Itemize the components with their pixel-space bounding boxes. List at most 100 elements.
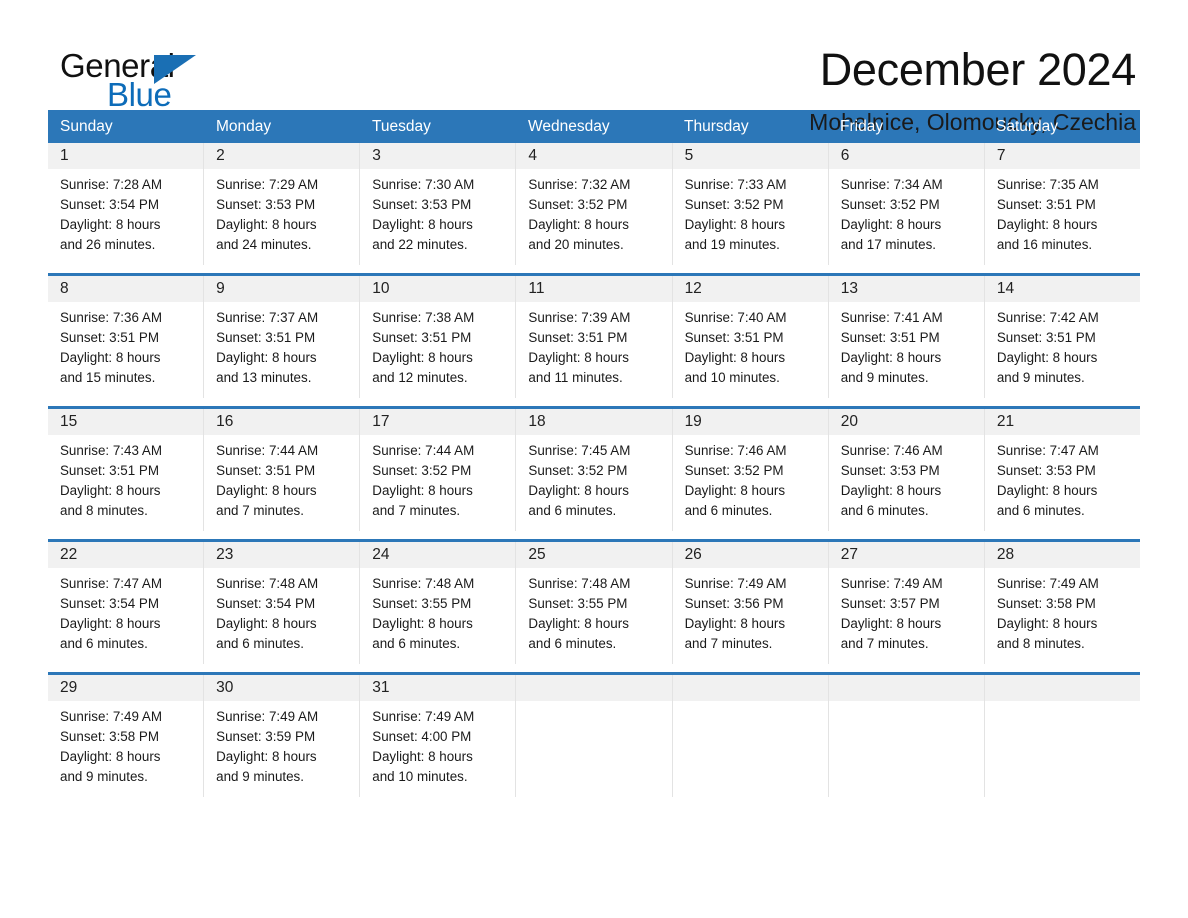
day-details: Sunrise: 7:37 AM Sunset: 3:51 PM Daylight:…: [204, 302, 359, 398]
day-number: 30: [204, 675, 360, 701]
calendar-day-cell[interactable]: 20 Sunrise: 7:46 AM Sunset: 3:53 PM Dayligh…: [828, 409, 985, 531]
daylight-line-2: and 9 minutes.: [216, 769, 304, 784]
daylight-line-2: and 17 minutes.: [840, 237, 936, 252]
calendar-day-cell[interactable]: 27 Sunrise: 7:49 AM Sunset: 3:57 PM Dayligh…: [828, 542, 985, 664]
day-details: [829, 701, 984, 717]
day-number: 19: [672, 409, 828, 435]
calendar-day-cell[interactable]: 23 Sunrise: 7:48 AM Sunset: 3:54 PM Dayligh…: [204, 542, 361, 664]
calendar-day-cell[interactable]: 21 Sunrise: 7:47 AM Sunset: 3:53 PM Dayligh…: [984, 409, 1140, 531]
calendar-day-cell[interactable]: 4 Sunrise: 7:32 AM Sunset: 3:52 PM Daylight…: [516, 143, 673, 265]
calendar-day-cell[interactable]: 12 Sunrise: 7:40 AM Sunset: 3:51 PM Dayligh…: [672, 276, 829, 398]
daylight-line-1: Daylight: 8 hours: [528, 217, 629, 232]
sunrise-time: Sunrise: 7:28 AM: [60, 177, 162, 192]
weekday-header-saturday: Saturday: [996, 118, 1059, 135]
sunrise-time: Sunrise: 7:43 AM: [60, 443, 162, 458]
sunrise-time: Sunrise: 7:29 AM: [216, 177, 319, 192]
day-number: 4: [516, 143, 672, 169]
sunset-time: Sunset: 3:51 PM: [372, 330, 472, 345]
daylight-line-2: and 22 minutes.: [372, 237, 468, 252]
calendar-day-cell[interactable]: 2 Sunrise: 7:29 AM Sunset: 3:53 PM Daylight…: [204, 143, 361, 265]
sunrise-time: Sunrise: 7:38 AM: [372, 310, 475, 325]
weekday-header-row: Sunday Monday Tuesday Wednesday Thursday…: [48, 110, 1140, 143]
sunset-time: Sunset: 3:56 PM: [684, 596, 784, 611]
daylight-line-1: Daylight: 8 hours: [840, 217, 942, 232]
daylight-line-1: Daylight: 8 hours: [528, 616, 629, 631]
day-details: Sunrise: 7:32 AM Sunset: 3:52 PM Daylight:…: [516, 169, 671, 265]
sunset-time: Sunset: 4:00 PM: [372, 729, 472, 744]
sunrise-time: Sunrise: 7:39 AM: [528, 310, 631, 325]
calendar-day-cell[interactable]: 17 Sunrise: 7:44 AM Sunset: 3:52 PM Dayligh…: [360, 409, 517, 531]
calendar-day-cell[interactable]: 11 Sunrise: 7:39 AM Sunset: 3:51 PM Dayligh…: [516, 276, 673, 398]
sunrise-time: Sunrise: 7:49 AM: [60, 709, 162, 724]
calendar-day-cell[interactable]: 26 Sunrise: 7:49 AM Sunset: 3:56 PM Dayligh…: [672, 542, 829, 664]
calendar-day-cell[interactable]: 15 Sunrise: 7:43 AM Sunset: 3:51 PM Dayligh…: [48, 409, 205, 531]
sunrise-time: Sunrise: 7:49 AM: [840, 576, 943, 591]
daylight-line-2: and 6 minutes.: [216, 636, 304, 651]
sunset-time: Sunset: 3:52 PM: [684, 463, 784, 478]
day-number: 18: [516, 409, 672, 435]
calendar-day-cell[interactable]: 22 Sunrise: 7:47 AM Sunset: 3:54 PM Dayligh…: [48, 542, 205, 664]
day-details: Sunrise: 7:44 AM Sunset: 3:52 PM Daylight:…: [360, 435, 515, 531]
calendar-day-cell[interactable]: 1 Sunrise: 7:28 AM Sunset: 3:54 PM Daylight…: [48, 143, 205, 265]
calendar-day-cell[interactable]: 24 Sunrise: 7:48 AM Sunset: 3:55 PM Dayligh…: [360, 542, 517, 664]
daylight-line-1: Daylight: 8 hours: [216, 350, 317, 365]
generalblue-logo[interactable]: General Blue: [60, 44, 210, 116]
daylight-line-2: and 8 minutes.: [60, 503, 148, 518]
calendar-day-cell[interactable]: 16 Sunrise: 7:44 AM Sunset: 3:51 PM Dayligh…: [204, 409, 361, 531]
day-details: Sunrise: 7:49 AM Sunset: 4:00 PM Daylight:…: [360, 701, 515, 797]
day-details: Sunrise: 7:49 AM Sunset: 3:59 PM Daylight:…: [204, 701, 359, 797]
calendar-day-cell[interactable]: 30 Sunrise: 7:49 AM Sunset: 3:59 PM Dayligh…: [204, 675, 361, 797]
daylight-line-2: and 7 minutes.: [216, 503, 304, 518]
calendar-week-row: 1 Sunrise: 7:28 AM Sunset: 3:54 PM Daylight…: [48, 143, 1140, 265]
day-details: Sunrise: 7:47 AM Sunset: 3:54 PM Daylight:…: [48, 568, 203, 664]
calendar-day-cell[interactable]: 5 Sunrise: 7:33 AM Sunset: 3:52 PM Daylight…: [672, 143, 829, 265]
daylight-line-2: and 16 minutes.: [996, 237, 1093, 252]
page-title: December 2024: [819, 44, 1137, 95]
sunrise-time: Sunrise: 7:49 AM: [684, 576, 787, 591]
sunrise-time: Sunrise: 7:46 AM: [840, 443, 943, 458]
sunset-time: Sunset: 3:54 PM: [60, 596, 159, 611]
daylight-line-1: Daylight: 8 hours: [996, 483, 1098, 498]
day-number: 17: [360, 409, 516, 435]
daylight-line-2: and 6 minutes.: [684, 503, 773, 518]
calendar-day-cell[interactable]: 7 Sunrise: 7:35 AM Sunset: 3:51 PM Daylight…: [984, 143, 1140, 265]
day-number: 21: [984, 409, 1140, 435]
calendar-day-cell[interactable]: 3 Sunrise: 7:30 AM Sunset: 3:53 PM Daylight…: [360, 143, 517, 265]
day-details: Sunrise: 7:47 AM Sunset: 3:53 PM Daylight:…: [985, 435, 1140, 531]
calendar-day-cell[interactable]: 14 Sunrise: 7:42 AM Sunset: 3:51 PM Dayligh…: [984, 276, 1140, 398]
calendar-day-cell[interactable]: 29 Sunrise: 7:49 AM Sunset: 3:58 PM Dayligh…: [48, 675, 205, 797]
calendar-day-cell[interactable]: 19 Sunrise: 7:46 AM Sunset: 3:52 PM Dayligh…: [672, 409, 829, 531]
weekday-header-wednesday: Wednesday: [528, 118, 610, 135]
day-details: Sunrise: 7:46 AM Sunset: 3:53 PM Daylight:…: [829, 435, 984, 531]
calendar-day-cell[interactable]: 6 Sunrise: 7:34 AM Sunset: 3:52 PM Daylight…: [828, 143, 985, 265]
daylight-line-1: Daylight: 8 hours: [996, 350, 1098, 365]
daylight-line-2: and 6 minutes.: [528, 503, 617, 518]
sunset-time: Sunset: 3:51 PM: [996, 197, 1096, 212]
calendar-day-cell[interactable]: 28 Sunrise: 7:49 AM Sunset: 3:58 PM Dayligh…: [984, 542, 1140, 664]
daylight-line-1: Daylight: 8 hours: [684, 350, 786, 365]
daylight-line-2: and 15 minutes.: [60, 370, 156, 385]
day-number: 31: [360, 675, 516, 701]
day-details: Sunrise: 7:48 AM Sunset: 3:55 PM Daylight:…: [360, 568, 515, 664]
calendar-week-row: 22 Sunrise: 7:47 AM Sunset: 3:54 PM Dayligh…: [48, 539, 1140, 664]
day-details: Sunrise: 7:46 AM Sunset: 3:52 PM Daylight:…: [673, 435, 828, 531]
day-details: Sunrise: 7:33 AM Sunset: 3:52 PM Daylight:…: [673, 169, 828, 265]
calendar-day-cell[interactable]: 25 Sunrise: 7:48 AM Sunset: 3:55 PM Dayligh…: [516, 542, 673, 664]
calendar-day-cell[interactable]: 8 Sunrise: 7:36 AM Sunset: 3:51 PM Daylight…: [48, 276, 205, 398]
daylight-line-2: and 9 minutes.: [840, 370, 929, 385]
calendar-day-cell[interactable]: 18 Sunrise: 7:45 AM Sunset: 3:52 PM Dayligh…: [516, 409, 673, 531]
sunset-time: Sunset: 3:51 PM: [684, 330, 784, 345]
calendar-day-cell[interactable]: 31 Sunrise: 7:49 AM Sunset: 4:00 PM Dayligh…: [360, 675, 517, 797]
daylight-line-1: Daylight: 8 hours: [528, 350, 629, 365]
day-details: [516, 701, 671, 717]
calendar-day-cell-empty: [672, 675, 829, 797]
calendar-day-cell[interactable]: 13 Sunrise: 7:41 AM Sunset: 3:51 PM Dayligh…: [828, 276, 985, 398]
calendar-day-cell[interactable]: 10 Sunrise: 7:38 AM Sunset: 3:51 PM Dayligh…: [360, 276, 517, 398]
day-number: 28: [984, 542, 1140, 568]
logo-text-blue: Blue: [107, 76, 172, 113]
sunrise-time: Sunrise: 7:48 AM: [528, 576, 631, 591]
daylight-line-1: Daylight: 8 hours: [996, 616, 1098, 631]
daylight-line-2: and 8 minutes.: [996, 636, 1085, 651]
calendar-day-cell[interactable]: 9 Sunrise: 7:37 AM Sunset: 3:51 PM Daylight…: [204, 276, 361, 398]
calendar-week-row: 15 Sunrise: 7:43 AM Sunset: 3:51 PM Dayligh…: [48, 406, 1140, 531]
